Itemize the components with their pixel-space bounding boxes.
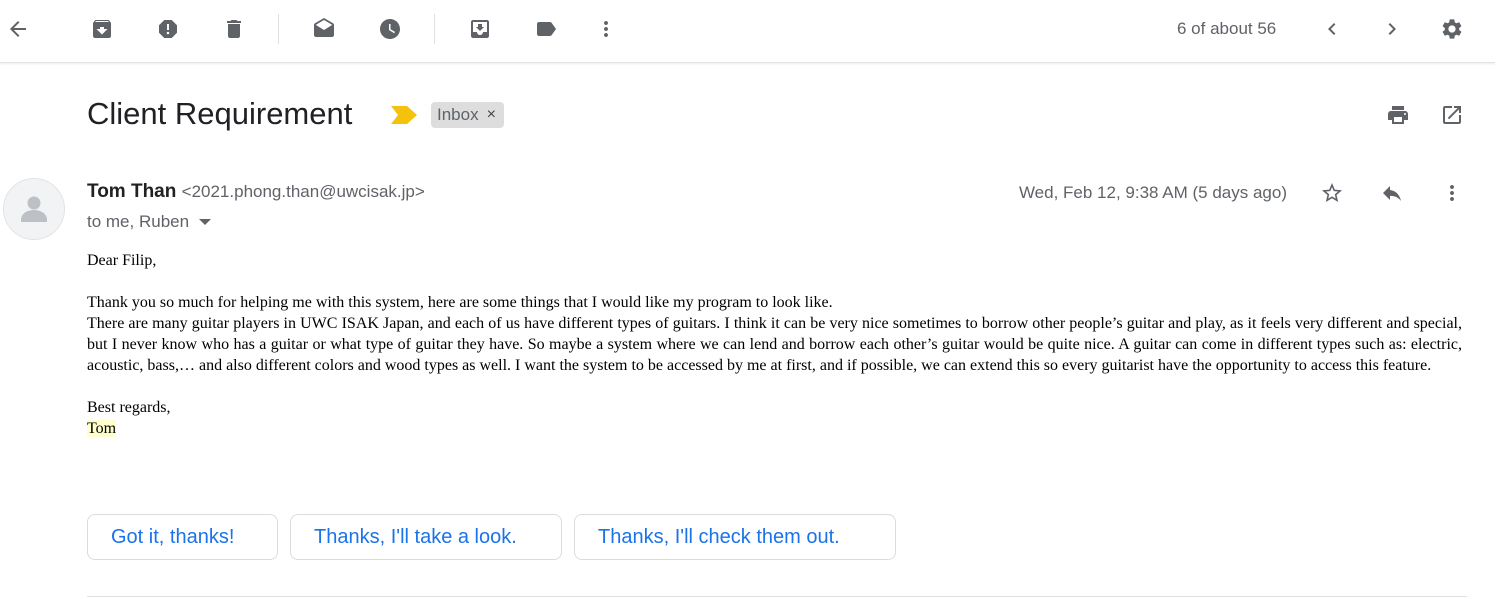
body-paragraph-2: There are many guitar players in UWC ISA… [87, 315, 1462, 374]
smart-reply-button[interactable]: Thanks, I'll take a look. [290, 514, 562, 560]
archive-icon[interactable] [86, 13, 118, 45]
move-to-icon[interactable] [464, 13, 496, 45]
signature: Tom [87, 420, 117, 437]
star-icon[interactable] [1316, 177, 1348, 209]
recipients-text: to me, Ruben [87, 212, 190, 231]
importance-marker-icon[interactable] [391, 106, 417, 124]
snooze-icon[interactable] [374, 13, 406, 45]
open-in-new-window-icon[interactable] [1436, 99, 1468, 131]
mark-unread-icon[interactable] [308, 13, 340, 45]
body-paragraph-1: Thank you so much for helping me with th… [87, 294, 833, 311]
sender-email: <2021.phong.than@uwcisak.jp> [181, 182, 425, 201]
more-vert-icon[interactable] [590, 13, 622, 45]
smart-replies: Got it, thanks! Thanks, I'll take a look… [87, 514, 896, 560]
sender-avatar[interactable] [3, 178, 65, 240]
more-options-icon[interactable] [1436, 177, 1468, 209]
toolbar-divider [278, 14, 279, 44]
closing: Best regards, [87, 399, 171, 416]
sender-name[interactable]: Tom Than [87, 181, 176, 202]
delete-icon[interactable] [218, 13, 250, 45]
sender-line: Tom Than <2021.phong.than@uwcisak.jp> [87, 181, 425, 203]
toolbar-divider [434, 14, 435, 44]
recipients-line: to me, Ruben [87, 212, 212, 232]
email-subject: Client Requirement [87, 96, 353, 131]
email-body: Dear Filip, Thank you so much for helpin… [87, 250, 1462, 439]
remove-label-icon[interactable]: × [487, 106, 496, 124]
reply-icon[interactable] [1376, 177, 1408, 209]
divider [87, 596, 1467, 597]
smart-reply-button[interactable]: Thanks, I'll check them out. [574, 514, 896, 560]
greeting: Dear Filip, [87, 252, 157, 269]
label-text: Inbox [437, 105, 479, 124]
inbox-label-chip: Inbox × [431, 102, 504, 128]
print-icon[interactable] [1382, 99, 1414, 131]
settings-gear-icon[interactable] [1436, 13, 1468, 45]
report-spam-icon[interactable] [152, 13, 184, 45]
toolbar: 6 of about 56 [0, 0, 1495, 63]
newer-chevron-icon[interactable] [1376, 13, 1408, 45]
email-date: Wed, Feb 12, 9:38 AM (5 days ago) [1018, 183, 1287, 202]
show-details-chevron-icon[interactable] [199, 219, 212, 225]
label-icon[interactable] [530, 13, 562, 45]
pager-count: 6 of about 56 [1177, 19, 1277, 38]
smart-reply-button[interactable]: Got it, thanks! [87, 514, 278, 560]
older-chevron-icon[interactable] [1316, 13, 1348, 45]
default-person-icon [21, 196, 47, 222]
back-arrow-icon[interactable] [2, 13, 34, 45]
